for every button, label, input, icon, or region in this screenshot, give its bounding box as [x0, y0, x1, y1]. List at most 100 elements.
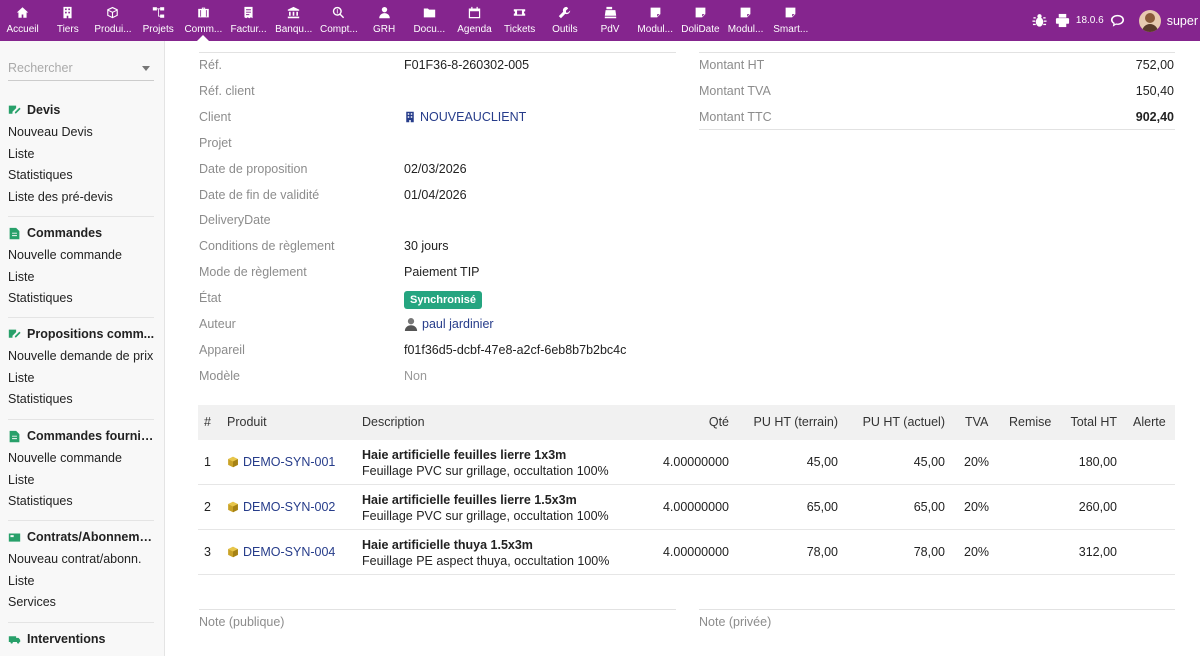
sidebar-item[interactable]: Liste — [0, 470, 165, 492]
amount-label: Montant TVA — [699, 83, 771, 98]
column-header[interactable]: Total HT — [1070, 405, 1117, 440]
note-icon — [723, 6, 768, 20]
menu-item-0[interactable]: Accueil — [0, 0, 45, 41]
unit-price-field: 65,00 — [806, 500, 838, 514]
sidebar-divider — [8, 317, 154, 318]
field-value: 30 jours — [404, 239, 449, 254]
column-header[interactable]: Alerte — [1133, 405, 1166, 440]
sidebar-item[interactable]: Nouveau Devis — [0, 122, 165, 144]
field-value: Paiement TIP — [404, 265, 480, 280]
field-label: Appareil — [199, 342, 245, 357]
total-ht: 180,00 — [1078, 455, 1117, 469]
sidebar-section-title[interactable]: Commandes — [0, 223, 165, 243]
bug-icon[interactable] — [1032, 13, 1047, 28]
ticket-icon — [497, 6, 542, 20]
sidebar-item[interactable]: Liste — [0, 144, 165, 166]
quote-icon — [8, 104, 21, 117]
field-label: Auteur — [199, 317, 236, 331]
sidebar-section-title[interactable]: Propositions comm... — [0, 324, 165, 344]
vat-rate: 20% — [964, 455, 990, 469]
sidebar-item[interactable]: Services — [0, 592, 165, 614]
menu-item-13[interactable]: PdV — [587, 0, 632, 41]
menu-item-17[interactable]: Smart... — [768, 0, 813, 41]
table-row[interactable]: 3 DEMO-SYN-004 Haie artificielle thuya 1.5… — [198, 530, 1175, 575]
sidebar-divider — [8, 419, 154, 420]
search-select[interactable]: Rechercher — [8, 55, 154, 81]
sidebar-section-title[interactable]: Devis — [0, 100, 165, 120]
note-public-label: Note (publique) — [199, 615, 285, 629]
column-header[interactable]: Description — [362, 405, 425, 440]
column-header[interactable]: Qté — [709, 405, 729, 440]
note-icon — [633, 6, 678, 20]
field-row: Date de proposition 02/03/2026 — [199, 162, 679, 180]
column-header[interactable]: PU HT (terrain) — [753, 405, 838, 440]
note-private-label: Note (privée) — [699, 615, 772, 629]
menu-item-7[interactable]: Compt... — [316, 0, 361, 41]
table-row[interactable]: 2 DEMO-SYN-002 Haie artificielle feuilles … — [198, 485, 1175, 530]
column-header[interactable]: TVA — [965, 405, 988, 440]
sidebar-item[interactable]: Nouvelle commande — [0, 448, 165, 470]
menu-item-8[interactable]: GRH — [362, 0, 407, 41]
product-cell: DEMO-SYN-002 — [227, 500, 335, 514]
building-icon — [406, 111, 414, 123]
table-row[interactable]: 1 DEMO-SYN-001 Haie artificielle feuilles … — [198, 440, 1175, 485]
lines-table: # Produit Description Qté PU HT (terrain) PU … — [198, 405, 1175, 575]
menu-item-6[interactable]: Banqu... — [271, 0, 316, 41]
sidebar-item[interactable]: Liste — [0, 571, 165, 593]
sidebar-item[interactable]: Statistiques — [0, 491, 165, 513]
menu-item-5[interactable]: Factur... — [226, 0, 271, 41]
sidebar-item[interactable]: Nouvelle demande de prix — [0, 346, 165, 368]
sidebar-item[interactable]: Statistiques — [0, 165, 165, 187]
product-link[interactable]: DEMO-SYN-002 — [243, 500, 335, 514]
sidebar-section-title[interactable]: Interventions — [0, 629, 165, 649]
sidebar-section-title[interactable]: Commandes fournis... — [0, 426, 165, 446]
menu-item-label: DoliDate — [681, 24, 720, 35]
sidebar-item[interactable]: Liste des pré-devis — [0, 187, 165, 209]
contract-icon — [8, 531, 21, 544]
username[interactable]: super — [1167, 14, 1198, 28]
folder-icon — [407, 6, 452, 20]
column-header[interactable]: PU HT (actuel) — [863, 405, 945, 440]
menu-item-11[interactable]: Tickets — [497, 0, 542, 41]
product-link[interactable]: DEMO-SYN-004 — [243, 545, 335, 559]
sidebar-item[interactable]: Liste — [0, 368, 165, 390]
client-link[interactable]: NOUVEAUCLIENT — [420, 110, 526, 124]
chat-icon[interactable] — [1110, 13, 1125, 28]
field-value: F01F36-8-260302-005 — [404, 58, 530, 72]
column-header[interactable]: Produit — [227, 405, 267, 440]
unit-price-current: 45,00 — [913, 455, 945, 469]
menu-item-14[interactable]: Modul... — [633, 0, 678, 41]
menu-item-15[interactable]: DoliDate — [678, 0, 723, 41]
menu-item-12[interactable]: Outils — [542, 0, 587, 41]
sidebar-item[interactable]: Nouvelle commande — [0, 245, 165, 267]
product-cell: DEMO-SYN-001 — [227, 455, 335, 469]
menu-item-9[interactable]: Docu... — [407, 0, 452, 41]
briefcase-icon — [181, 6, 226, 20]
sidebar-section-title[interactable]: Contrats/Abonneme... — [0, 527, 165, 547]
product-link[interactable]: DEMO-SYN-001 — [243, 455, 335, 469]
menu-item-10[interactable]: Agenda — [452, 0, 497, 41]
cube-icon — [90, 6, 135, 20]
menu-item-4[interactable]: Comm... — [181, 0, 226, 41]
column-header[interactable]: Remise — [1009, 405, 1051, 440]
user-avatar[interactable] — [1138, 9, 1161, 32]
wrench-icon — [542, 6, 587, 20]
product-box-icon — [228, 456, 238, 468]
quantity: 4.00000000 — [662, 455, 729, 469]
unit-price-current: 78,00 — [913, 545, 945, 559]
sidebar-item[interactable]: Nouveau contrat/abonn. — [0, 549, 165, 571]
sidebar-item[interactable]: Liste — [0, 267, 165, 289]
supplier-order-icon — [8, 430, 21, 443]
row-number: 3 — [204, 545, 211, 559]
menu-item-1[interactable]: Tiers — [45, 0, 90, 41]
menu-item-3[interactable]: Projets — [136, 0, 181, 41]
author-link[interactable]: paul jardinier — [422, 317, 494, 331]
menu-item-2[interactable]: Produi... — [90, 0, 135, 41]
menu-item-16[interactable]: Modul... — [723, 0, 768, 41]
total-ht: 260,00 — [1078, 500, 1117, 514]
sidebar-item[interactable]: Statistiques — [0, 389, 165, 411]
print-icon[interactable] — [1055, 13, 1070, 28]
sidebar-item[interactable]: Statistiques — [0, 288, 165, 310]
sidebar-section: Devis Nouveau Devis Liste Statistiques Liste… — [0, 100, 165, 208]
column-header[interactable]: # — [204, 405, 211, 440]
